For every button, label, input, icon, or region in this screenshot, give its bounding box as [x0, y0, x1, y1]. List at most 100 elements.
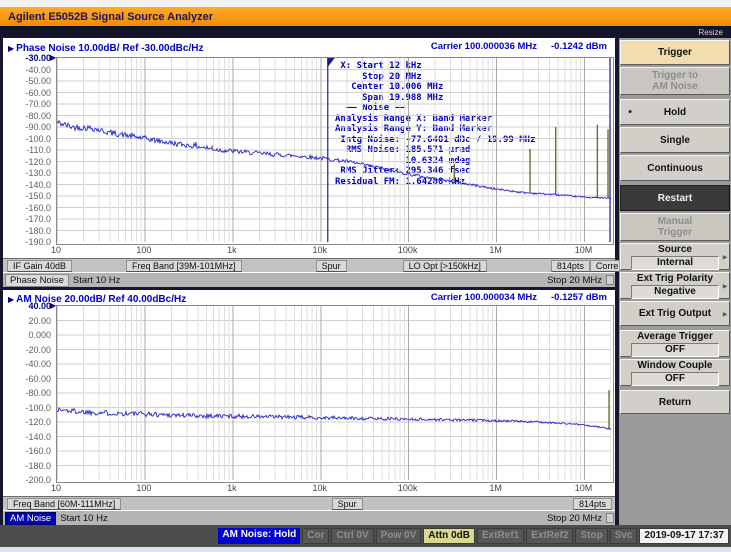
datetime-status: 2019-09-17 17:37: [639, 528, 729, 544]
am-noise-hold-status: AM Noise: Hold: [218, 528, 301, 544]
ext-trig-polarity-button[interactable]: Ext Trig Polarity Negative ▸: [620, 272, 730, 299]
axis-tick-label: -150.0: [25, 191, 51, 201]
am-noise-y-axis: 40.00 20.00 0.000 -20.00 -40.00 -60.00 -80.00 -…: [3, 301, 53, 485]
window-title-bar: Agilent E5052B Signal Source Analyzer: [0, 7, 731, 26]
tab-am-noise[interactable]: AM Noise: [5, 511, 57, 525]
axis-tick-label: -50.00: [25, 76, 51, 86]
axis-tick-label: -90.00: [25, 122, 51, 132]
freq-band-chip: Freq Band [60M-111MHz]: [7, 497, 122, 510]
tab-phase-noise[interactable]: Phase Noise: [5, 273, 69, 287]
top-strip: [0, 0, 731, 7]
axis-tick-label: -180.0: [25, 460, 51, 471]
selected-dot-icon: ●: [628, 108, 633, 116]
instrument-status-bar: AM Noise: Hold Cor Ctrl 0V Pow 0V Attn 0…: [0, 525, 731, 547]
axis-tick-label: -160.0: [25, 446, 51, 456]
axis-tick-label: -20.00: [25, 344, 51, 355]
single-button[interactable]: Single: [620, 127, 730, 153]
submenu-arrow-icon: ▸: [722, 252, 727, 261]
axis-tick-label: -60.00: [25, 373, 51, 384]
axis-tick-label: -170.0: [25, 214, 51, 224]
phase-noise-status-bar: IF Gain 40dB Freq Band [39M-101MHz] Spur…: [3, 258, 632, 272]
phase-noise-stop-label: Stop 20 MHz: [547, 274, 602, 286]
axis-tick-label: 100: [136, 483, 152, 493]
trigger-to-am-noise-button: Trigger to AM Noise: [620, 67, 730, 95]
axis-tick-label: 20.00: [28, 315, 51, 326]
axis-tick-label: 10k: [312, 483, 328, 493]
phase-noise-power: -0.1242 dBm: [551, 41, 607, 52]
axis-tick-label: -120.0: [25, 156, 51, 167]
axis-tick-label: 10M: [574, 483, 593, 493]
axis-tick-label: -100.0: [25, 133, 51, 144]
phase-noise-tab-bar: Phase Noise Start 10 Hz Stop 20 MHz: [3, 273, 615, 287]
axis-tick-label: 1M: [489, 483, 502, 493]
axis-tick-label: 40.00: [28, 301, 51, 311]
pane-divider: [0, 287, 619, 290]
axis-tick-label: 10M: [574, 245, 593, 255]
window-couple-button[interactable]: Window Couple OFF: [620, 359, 730, 386]
average-trigger-button[interactable]: Average Trigger OFF: [620, 330, 730, 357]
resize-button[interactable]: Resize: [699, 28, 731, 37]
chart-canvas: [57, 306, 611, 480]
am-noise-stop-label: Stop 20 MHz: [547, 512, 602, 524]
axis-tick-label: -80.00: [25, 110, 51, 121]
axis-tick-label: 100k: [397, 245, 418, 255]
spur-chip: Spur: [331, 497, 363, 510]
axis-tick-label: -40.00: [25, 64, 51, 75]
lo-opt-chip: LO Opt [>150kHz]: [402, 259, 487, 272]
axis-tick-label: -130.0: [25, 168, 51, 178]
axis-tick-label: 1k: [227, 483, 237, 493]
pow-status: Pow 0V: [375, 528, 422, 544]
phase-noise-plot-area[interactable]: X: Start 12 kHz Stop 20 MHz Center 10.00…: [50, 53, 614, 245]
hold-button[interactable]: ● Hold: [620, 99, 730, 125]
phase-noise-y-axis: -30.00 -40.00 -50.00 -60.00 -70.00 -80.00 -90.…: [3, 53, 53, 247]
phase-noise-header: ▶ Phase Noise 10.00dB/ Ref -30.00dBc/Hz …: [3, 40, 615, 56]
am-noise-x-axis: 10 100 1k 10k 100k 1M 10M: [3, 483, 615, 495]
stop-status: Stop: [575, 528, 608, 544]
phase-noise-start-label: Start 10 Hz: [72, 274, 121, 286]
menu-title-trigger: Trigger: [620, 40, 730, 65]
attn-status: Attn 0dB: [423, 528, 475, 544]
points-chip: 814pts: [572, 497, 612, 510]
chart-canvas: [57, 58, 611, 242]
am-noise-power: -0.1257 dBm: [551, 292, 607, 303]
resize-bar: Resize: [0, 26, 731, 38]
restart-button[interactable]: Restart: [620, 185, 730, 211]
spur-chip: Spur: [315, 259, 347, 272]
softkey-menu: Trigger Trigger to AM Noise ● Hold Singl…: [619, 38, 731, 525]
svc-status: Svc: [609, 528, 638, 544]
manual-trigger-button: Manual Trigger: [620, 213, 730, 241]
ref-level-marker-icon: ▶: [50, 53, 57, 62]
axis-tick-label: 0.000: [28, 330, 51, 340]
axis-tick-label: -100.0: [25, 402, 51, 413]
phase-noise-scale-label: Phase Noise 10.00dB/ Ref -30.00dBc/Hz: [16, 42, 204, 54]
source-value: Internal: [631, 255, 719, 270]
am-noise-plot-area[interactable]: ▶: [50, 301, 614, 483]
am-noise-plot: 40.00 20.00 0.000 -20.00 -40.00 -60.00 -80.00 -…: [3, 301, 615, 485]
cor-status: Cor: [302, 528, 330, 544]
continuous-button[interactable]: Continuous: [620, 155, 730, 181]
axis-tick-label: 10k: [312, 245, 328, 255]
ctrl-status: Ctrl 0V: [331, 528, 374, 544]
submenu-arrow-icon: ▸: [722, 309, 727, 318]
extref2-status: ExtRef2: [526, 528, 574, 544]
return-button[interactable]: Return: [620, 390, 730, 414]
points-chip: 814pts: [550, 259, 590, 272]
submenu-arrow-icon: ▸: [722, 281, 727, 290]
ext-trig-output-button[interactable]: Ext Trig Output ▸: [620, 301, 730, 326]
window-couple-value: OFF: [631, 371, 719, 386]
source-button[interactable]: Source Internal ▸: [620, 243, 730, 270]
resize-grip[interactable]: [606, 513, 614, 523]
am-noise-carrier: Carrier 100.000034 MHz: [430, 292, 538, 303]
am-noise-start-label: Start 10 Hz: [60, 512, 108, 524]
average-trigger-value: OFF: [631, 342, 719, 357]
resize-grip[interactable]: [606, 275, 614, 285]
axis-tick-label: -120.0: [25, 417, 51, 427]
am-noise-status-bar: Freq Band [60M-111MHz] Spur 814pts: [3, 496, 615, 510]
trace-marker-icon: ▶: [8, 43, 15, 53]
am-noise-tab-bar: AM Noise Start 10 Hz Stop 20 MHz: [3, 511, 615, 525]
axis-tick-label: -60.00: [25, 87, 51, 98]
axis-tick-label: -140.0: [25, 431, 51, 442]
axis-tick-label: 10: [50, 483, 61, 493]
measurement-window: ▶ Phase Noise 10.00dB/ Ref -30.00dBc/Hz …: [0, 38, 632, 525]
phase-noise-carrier: Carrier 100.000036 MHz: [430, 41, 538, 52]
